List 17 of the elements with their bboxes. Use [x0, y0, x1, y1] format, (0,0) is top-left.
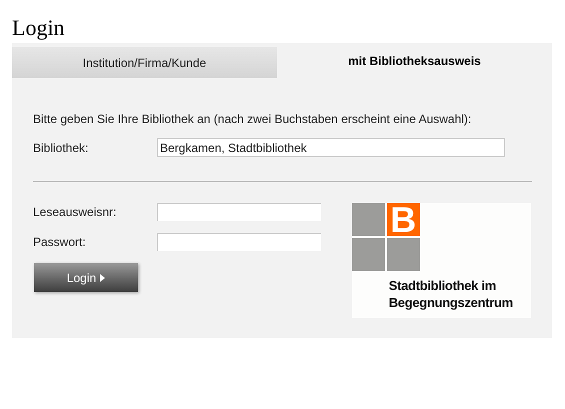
tab[interactable]: Institution/Firma/Kunde	[12, 47, 277, 78]
field-label: Passwort:	[33, 234, 87, 251]
logo-text: Stadtbibliothek im	[388, 277, 497, 294]
library-field[interactable]: Bergkamen, Stadtbibliothek	[157, 138, 505, 157]
input-field[interactable]	[157, 203, 321, 221]
logo-tile	[352, 203, 385, 236]
field-label: Bibliothek:	[33, 140, 90, 156]
login-button[interactable]: Login	[34, 263, 138, 292]
caret-icon	[100, 274, 106, 282]
logo-text: Begegnungszentrum	[388, 294, 514, 311]
page-title: Login	[12, 17, 65, 39]
logo-letter: B	[390, 202, 416, 238]
instruction-text: Bitte geben Sie Ihre Bibliothek an (nach zwei Buchstaben erscheint eine Auswahl):	[33, 111, 472, 128]
input-field[interactable]	[157, 233, 321, 251]
logo-tile	[386, 238, 420, 271]
field-label: Leseausweisnr:	[33, 204, 118, 221]
logo-tile	[352, 238, 385, 271]
